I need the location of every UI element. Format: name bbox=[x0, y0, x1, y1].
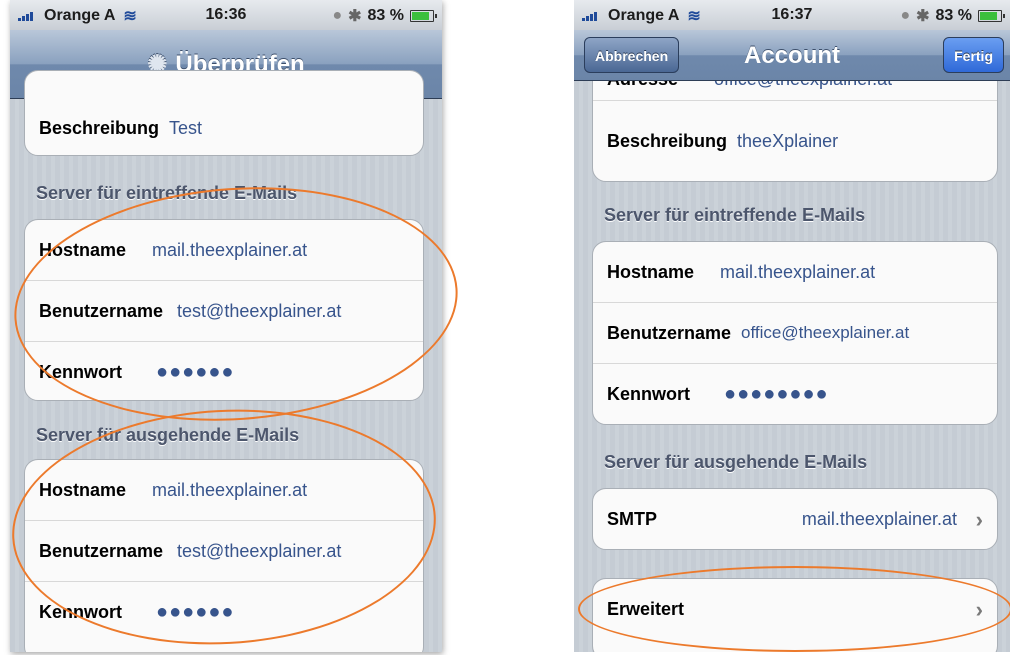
row-label: Kennwort bbox=[39, 601, 122, 622]
lock-rotation-icon: ● bbox=[332, 7, 343, 24]
description-label: Beschreibung bbox=[607, 130, 728, 151]
status-bar: Orange A ≋ 16:36 ● ✱ 83 % bbox=[10, 0, 442, 30]
outgoing-server-header: Server für ausgehende E-Mails bbox=[36, 425, 300, 445]
status-bar: Orange A ≋ 16:37 ● ✱ 83 % bbox=[574, 0, 1010, 30]
row-label: Kennwort bbox=[607, 383, 690, 404]
row-value: test@theexplainer.at bbox=[177, 300, 342, 321]
smtp-label: SMTP bbox=[607, 508, 658, 529]
smtp-value: mail.theexplainer.at bbox=[801, 508, 957, 529]
incoming-username-row[interactable]: Benutzername test@theexplainer.at bbox=[25, 281, 423, 342]
outgoing-server-header: Server für ausgehende E-Mails bbox=[604, 452, 868, 472]
password-dots: ●●●●●●●● bbox=[724, 382, 829, 405]
row-label: Hostname bbox=[39, 239, 127, 260]
row-label: Benutzername bbox=[39, 300, 164, 321]
description-label: Beschreibung bbox=[39, 117, 160, 138]
phone-screen-right: Adresse office@theexplainer.at Beschreib… bbox=[574, 0, 1010, 652]
done-button[interactable]: Fertig bbox=[943, 37, 1004, 73]
description-row[interactable]: Beschreibung theeXplainer bbox=[593, 101, 997, 181]
outgoing-server-group: Hostname mail.theexplainer.at Benutzernam… bbox=[24, 459, 424, 652]
incoming-hostname-row[interactable]: Hostname mail.theexplainer.at bbox=[25, 220, 423, 281]
lock-rotation-icon: ● bbox=[900, 7, 911, 24]
row-label: Hostname bbox=[607, 261, 695, 282]
incoming-server-group: Hostname mail.theexplainer.at Benutzernam… bbox=[24, 219, 424, 401]
battery-percent: 83 % bbox=[367, 7, 404, 24]
outgoing-password-row[interactable]: Kennwort ●●●●●● bbox=[25, 582, 423, 642]
row-value: mail.theexplainer.at bbox=[152, 479, 308, 500]
battery-percent: 83 % bbox=[935, 7, 972, 24]
row-value: mail.theexplainer.at bbox=[720, 261, 876, 282]
row-label: Benutzername bbox=[607, 322, 732, 343]
incoming-hostname-row[interactable]: Hostname mail.theexplainer.at bbox=[593, 242, 997, 303]
description-row[interactable]: Beschreibung Test bbox=[25, 71, 423, 155]
outgoing-username-row[interactable]: Benutzername test@theexplainer.at bbox=[25, 521, 423, 582]
battery-icon bbox=[978, 10, 1005, 22]
row-value: office@theexplainer.at bbox=[741, 323, 910, 342]
battery-icon bbox=[410, 10, 437, 22]
outgoing-hostname-row[interactable]: Hostname mail.theexplainer.at bbox=[25, 460, 423, 521]
bluetooth-icon: ✱ bbox=[916, 8, 930, 25]
row-value: test@theexplainer.at bbox=[177, 540, 342, 561]
advanced-row[interactable]: Erweitert › bbox=[593, 579, 997, 639]
description-value: Test bbox=[169, 117, 203, 138]
incoming-server-header: Server für eintreffende E-Mails bbox=[604, 205, 866, 225]
outgoing-server-group: SMTP mail.theexplainer.at › bbox=[592, 488, 998, 550]
row-label: Kennwort bbox=[39, 361, 122, 382]
chevron-right-icon: › bbox=[975, 507, 983, 532]
chevron-right-icon: › bbox=[975, 597, 983, 622]
password-dots: ●●●●●● bbox=[156, 360, 235, 383]
incoming-username-row[interactable]: Benutzername office@theexplainer.at bbox=[593, 303, 997, 364]
row-label: Hostname bbox=[39, 479, 127, 500]
navigation-bar: Abbrechen Account Fertig bbox=[574, 30, 1010, 81]
bluetooth-icon: ✱ bbox=[348, 8, 362, 25]
phone-screen-left: Orange A ≋ 16:36 ● ✱ 83 % ✺ Überprüfen Be… bbox=[10, 0, 442, 652]
incoming-server-header: Server für eintreffende E-Mails bbox=[36, 183, 298, 203]
advanced-group: Erweitert › bbox=[592, 578, 998, 652]
row-value: mail.theexplainer.at bbox=[152, 239, 308, 260]
description-value: theeXplainer bbox=[737, 130, 839, 151]
incoming-password-row[interactable]: Kennwort ●●●●●● bbox=[25, 342, 423, 400]
row-label: Benutzername bbox=[39, 540, 164, 561]
incoming-password-row[interactable]: Kennwort ●●●●●●●● bbox=[593, 364, 997, 424]
advanced-label: Erweitert bbox=[607, 598, 685, 619]
password-dots: ●●●●●● bbox=[156, 600, 235, 623]
smtp-row[interactable]: SMTP mail.theexplainer.at › bbox=[593, 489, 997, 549]
description-group: Beschreibung Test bbox=[24, 70, 424, 156]
incoming-server-group: Hostname mail.theexplainer.at Benutzernam… bbox=[592, 241, 998, 425]
